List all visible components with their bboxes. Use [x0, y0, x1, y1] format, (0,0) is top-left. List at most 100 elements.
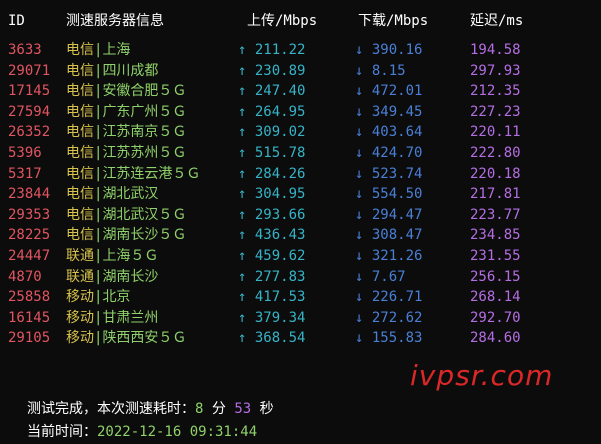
table-row: 5396 电信|江苏苏州５Ｇ ↑ 515.78 ↓ 424.70 222.80	[0, 145, 601, 162]
table-row: 5317 电信|江苏连云港５Ｇ ↑ 284.26 ↓ 523.74 220.18	[0, 166, 601, 183]
upload-cell: ↑ 264.95	[238, 104, 305, 121]
server-info: 联通|上海５Ｇ	[66, 248, 158, 265]
minutes-value: 8	[195, 401, 204, 417]
server-id: 5396	[8, 145, 42, 161]
header-server: 测速服务器信息	[66, 13, 164, 29]
server-location: 湖南长沙５Ｇ	[102, 227, 187, 244]
up-arrow-icon: ↑	[238, 165, 247, 182]
upload-value: 459.62	[254, 248, 306, 264]
download-value: 272.62	[371, 309, 423, 326]
server-info: 电信|江苏连云港５Ｇ	[66, 166, 200, 183]
server-location: 北京	[102, 289, 131, 306]
isp-name: 电信	[66, 42, 94, 58]
download-cell: ↓ 8.15	[355, 63, 406, 80]
server-id: 26352	[8, 124, 51, 141]
server-id: 28225	[8, 227, 51, 244]
server-location: 湖北武汉	[102, 186, 159, 203]
isp-name: 电信	[66, 227, 94, 244]
latency-value: 292.70	[470, 309, 521, 326]
table-row: 16145 移动|甘肃兰州 ↑ 379.34 ↓ 272.62 292.70	[0, 310, 601, 327]
latency-value: 297.93	[470, 62, 521, 79]
table-row: 29105 移动|陕西西安５Ｇ ↑ 368.54 ↓ 155.83 284.60	[0, 330, 601, 347]
table-row: 24447 联通|上海５Ｇ ↑ 459.62 ↓ 321.26 231.55	[0, 248, 601, 265]
up-arrow-icon: ↑	[238, 42, 247, 58]
isp-name: 电信	[66, 165, 94, 182]
upload-cell: ↑ 436.43	[238, 227, 305, 244]
latency-value: 220.11	[470, 124, 521, 141]
upload-value: 417.53	[254, 289, 306, 306]
header-download: 下载/Mbps	[358, 13, 429, 29]
isp-name: 电信	[66, 186, 94, 203]
latency-value: 222.80	[470, 145, 521, 161]
down-arrow-icon: ↓	[355, 289, 364, 306]
upload-cell: ↑ 459.62	[238, 248, 305, 265]
header-latency: 延迟/ms	[470, 13, 524, 29]
download-cell: ↓ 7.67	[355, 269, 406, 286]
up-arrow-icon: ↑	[238, 248, 247, 264]
isp-name: 联通	[66, 248, 94, 264]
upload-value: 304.95	[254, 186, 306, 203]
server-id: 4870	[8, 268, 42, 285]
isp-name: 电信	[66, 103, 94, 120]
download-value: 7.67	[371, 268, 406, 285]
server-id: 3633	[8, 42, 42, 58]
down-arrow-icon: ↓	[355, 62, 364, 79]
server-id: 27594	[8, 103, 51, 120]
download-cell: ↓ 294.47	[355, 207, 422, 224]
download-value: 472.01	[371, 83, 423, 100]
upload-cell: ↑ 417.53	[238, 289, 305, 306]
download-value: 403.64	[371, 124, 423, 141]
upload-cell: ↑ 368.54	[238, 330, 305, 347]
download-cell: ↓ 554.50	[355, 186, 422, 203]
upload-cell: ↑ 247.40	[238, 83, 305, 100]
table-row: 29353 电信|湖北武汉５Ｇ ↑ 293.66 ↓ 294.47 223.77	[0, 207, 601, 224]
download-value: 155.83	[371, 330, 423, 347]
download-value: 294.47	[371, 206, 423, 223]
server-location: 广东广州５Ｇ	[102, 103, 187, 120]
latency-value: 217.81	[470, 186, 521, 203]
seconds-unit: 秒	[259, 401, 274, 417]
upload-value: 293.66	[254, 206, 306, 223]
download-cell: ↓ 390.16	[355, 42, 422, 59]
isp-name: 移动	[66, 289, 94, 306]
isp-name: 联通	[66, 268, 94, 285]
up-arrow-icon: ↑	[238, 62, 247, 79]
up-arrow-icon: ↑	[238, 145, 247, 161]
download-cell: ↓ 403.64	[355, 124, 422, 141]
table-row: 26352 电信|江苏南京５Ｇ ↑ 309.02 ↓ 403.64 220.11	[0, 124, 601, 141]
up-arrow-icon: ↑	[238, 289, 247, 306]
server-location: 上海	[102, 42, 131, 58]
down-arrow-icon: ↓	[355, 83, 364, 100]
download-value: 226.71	[371, 289, 423, 306]
upload-cell: ↑ 293.66	[238, 207, 305, 224]
header-upload: 上传/Mbps	[247, 13, 318, 29]
server-location: 江苏苏州５Ｇ	[102, 145, 187, 161]
download-cell: ↓ 321.26	[355, 248, 422, 265]
current-time: 当前时间：2022-12-16 09:31:44	[27, 424, 257, 441]
down-arrow-icon: ↓	[355, 309, 364, 326]
upload-value: 211.22	[254, 42, 306, 58]
server-id: 16145	[8, 309, 51, 326]
down-arrow-icon: ↓	[355, 186, 364, 203]
table-row: 17145 电信|安徽合肥５Ｇ ↑ 247.40 ↓ 472.01 212.35	[0, 83, 601, 100]
latency-value: 284.60	[470, 330, 521, 347]
up-arrow-icon: ↑	[238, 83, 247, 100]
server-id: 24447	[8, 248, 51, 264]
server-info: 移动|北京	[66, 289, 130, 306]
upload-value: 436.43	[254, 227, 306, 244]
server-info: 电信|四川成都	[66, 63, 158, 80]
upload-value: 309.02	[254, 124, 306, 141]
download-cell: ↓ 155.83	[355, 330, 422, 347]
server-info: 移动|甘肃兰州	[66, 310, 158, 327]
server-id: 29105	[8, 330, 51, 347]
upload-value: 264.95	[254, 103, 306, 120]
download-value: 523.74	[371, 165, 423, 182]
isp-name: 电信	[66, 62, 94, 79]
upload-cell: ↑ 304.95	[238, 186, 305, 203]
server-info: 电信|江苏苏州５Ｇ	[66, 145, 186, 162]
upload-cell: ↑ 309.02	[238, 124, 305, 141]
table-row: 23844 电信|湖北武汉 ↑ 304.95 ↓ 554.50 217.81	[0, 186, 601, 203]
table-row: 3633 电信|上海 ↑ 211.22 ↓ 390.16 194.58	[0, 42, 601, 59]
up-arrow-icon: ↑	[238, 309, 247, 326]
download-cell: ↓ 523.74	[355, 166, 422, 183]
